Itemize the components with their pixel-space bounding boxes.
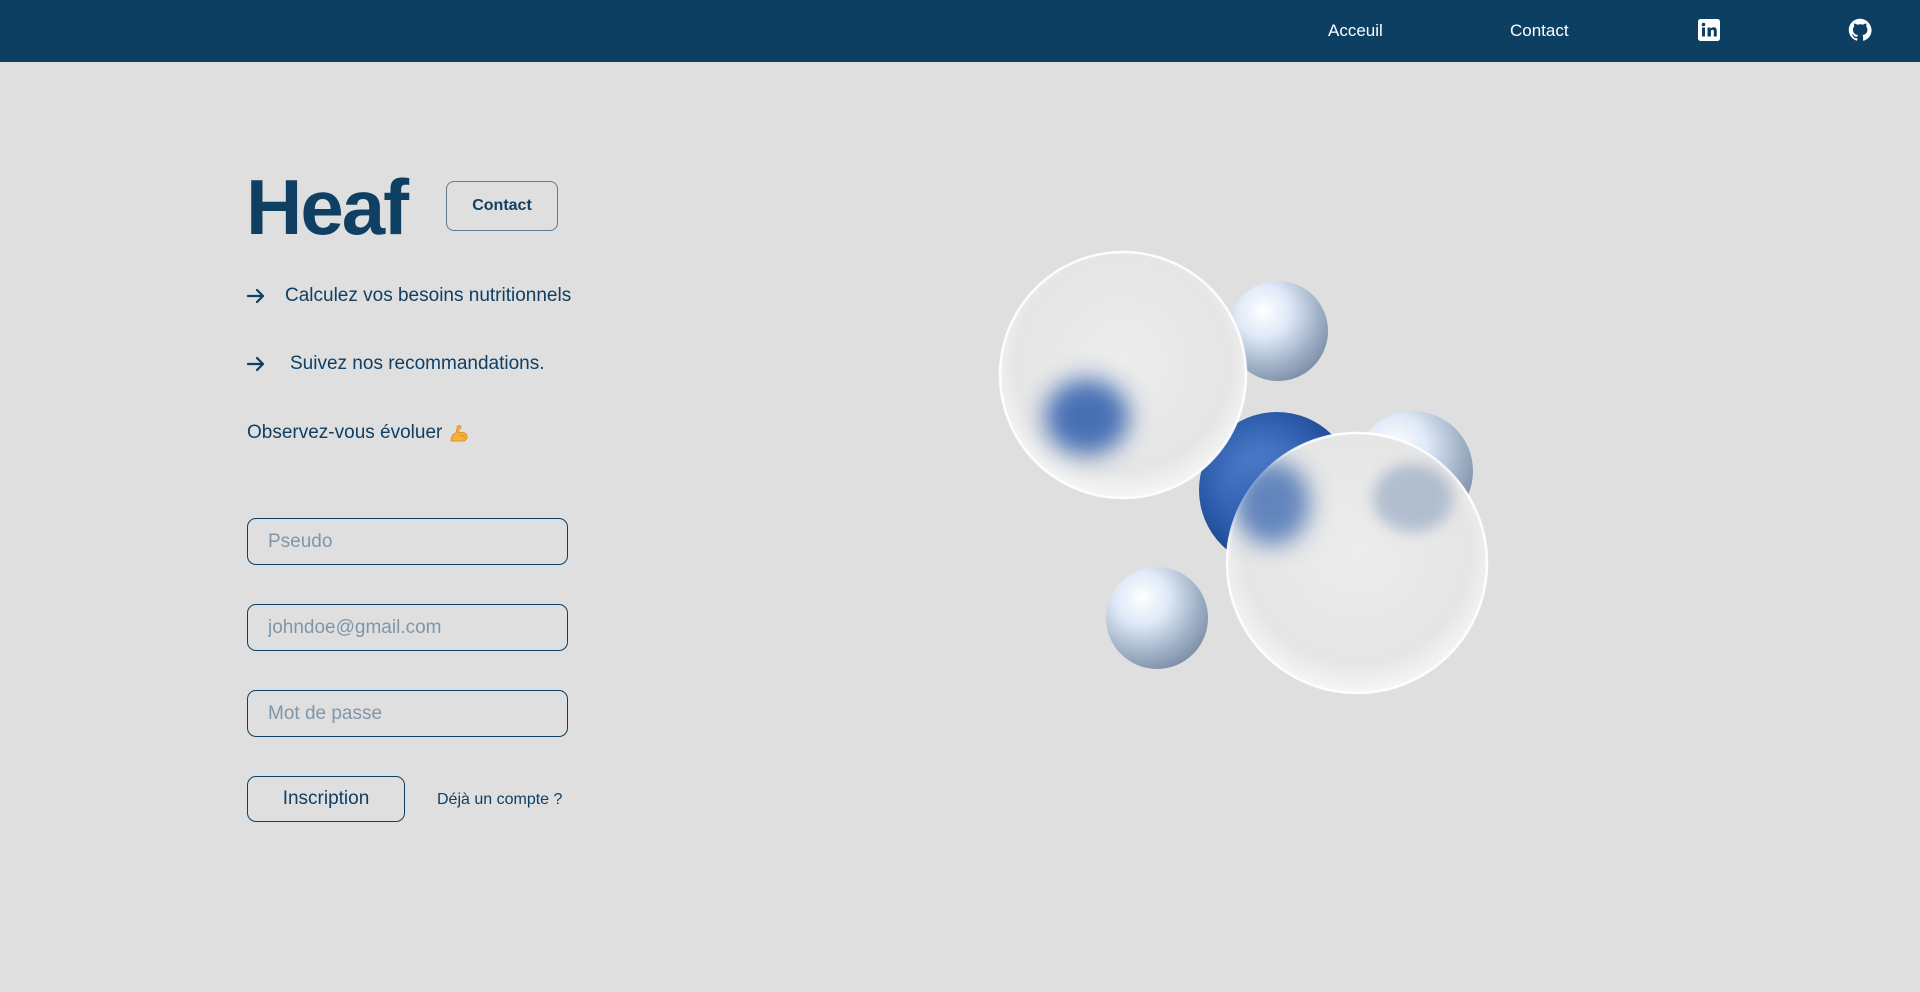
- password-input[interactable]: [247, 690, 568, 737]
- nav-link-contact[interactable]: Contact: [1510, 21, 1569, 41]
- flexed-biceps-icon: [450, 425, 468, 442]
- spheres-illustration: [998, 250, 1489, 695]
- feature-text: Calculez vos besoins nutritionnels: [285, 285, 572, 306]
- linkedin-logo-graphic: [1698, 19, 1720, 41]
- arrow-right-icon: [246, 288, 265, 304]
- hero-contact-button[interactable]: Contact: [446, 181, 558, 231]
- brand-title: Heaf: [246, 163, 409, 251]
- small-sphere-bottom: [1106, 567, 1208, 669]
- github-icon[interactable]: [1848, 18, 1872, 42]
- tagline: Observez-vous évoluer: [247, 420, 470, 446]
- blurred-reflection: [1373, 464, 1453, 532]
- nav-link-acceuil[interactable]: Acceuil: [1328, 21, 1383, 41]
- tagline-text: Observez-vous évoluer: [247, 422, 443, 443]
- feature-text: Suivez nos recommandations.: [290, 353, 545, 374]
- arrow-right-icon: [246, 356, 265, 372]
- linkedin-icon[interactable]: [1697, 18, 1721, 42]
- inscription-button[interactable]: Inscription: [247, 776, 405, 822]
- pseudo-input[interactable]: [247, 518, 568, 565]
- blurred-reflection: [1234, 461, 1310, 545]
- feature-item: Calculez vos besoins nutritionnels: [246, 283, 571, 309]
- glass-sphere-left: [998, 250, 1248, 500]
- top-navbar: Acceuil Contact: [0, 0, 1920, 62]
- blurred-reflection: [1045, 379, 1129, 455]
- feature-item: Suivez nos recommandations.: [246, 351, 545, 377]
- email-input[interactable]: [247, 604, 568, 651]
- github-logo-graphic: [1848, 18, 1872, 41]
- login-link[interactable]: Déjà un compte ?: [437, 790, 562, 810]
